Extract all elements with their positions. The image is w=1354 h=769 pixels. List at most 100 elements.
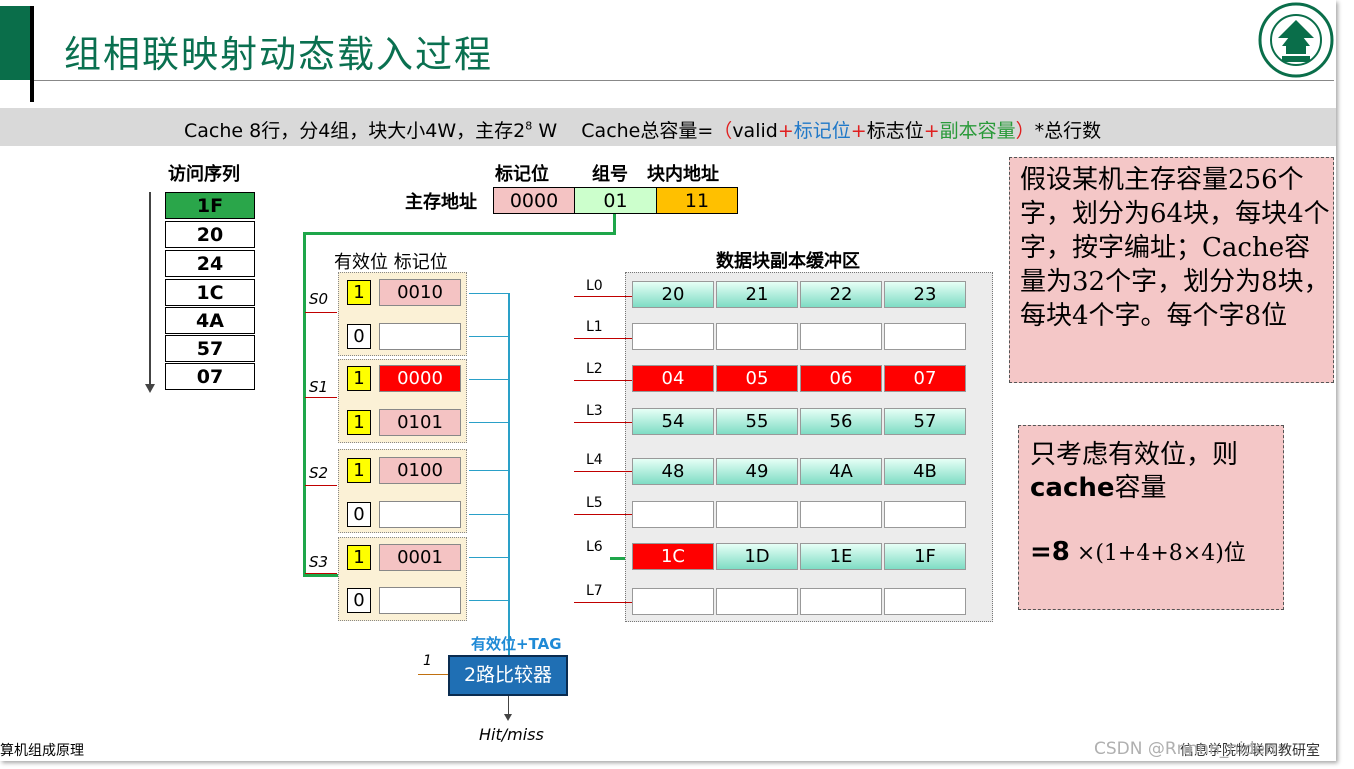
set-line <box>305 312 337 313</box>
set-label: S3 <box>309 553 329 571</box>
buffer-cell <box>884 588 966 615</box>
buffer-cell: 1E <box>800 543 882 570</box>
line-label: L0 <box>586 278 603 294</box>
buffer-cell: 23 <box>884 281 966 308</box>
tag-field: 0010 <box>379 279 461 306</box>
valid-bit: 1 <box>347 545 371 570</box>
hit-miss-label: Hit/miss <box>479 725 544 744</box>
note-capacity-eq: =8 <box>1030 537 1070 567</box>
formula-paren-close: ） <box>1015 120 1035 142</box>
buffer-cell: 1D <box>716 543 798 570</box>
line-marker <box>574 602 632 603</box>
buffer-cell <box>716 588 798 615</box>
comparator-input-label: 1 <box>423 653 432 669</box>
buffer-cell <box>800 323 882 350</box>
valid-bit: 1 <box>347 458 371 483</box>
buffer-cell: 49 <box>716 458 798 485</box>
line-label: L1 <box>586 319 603 335</box>
sequence-item: 1F <box>165 192 255 219</box>
formula-suffix: *总行数 <box>1034 120 1102 142</box>
note-capacity-formula: ×(1+4+8×4)位 <box>1069 541 1246 566</box>
comparator-wire <box>469 600 509 601</box>
buffer-cell <box>884 501 966 528</box>
buffer-cell: 48 <box>632 458 714 485</box>
title-rule <box>30 6 34 102</box>
line-label: L5 <box>586 495 603 511</box>
buffer-cell: 56 <box>800 408 882 435</box>
line-marker <box>574 514 632 515</box>
valid-bit: 0 <box>347 324 371 349</box>
bus-line <box>303 232 616 235</box>
buffer-cell: 06 <box>800 365 882 392</box>
sequence-item: 20 <box>165 221 255 248</box>
bus-line <box>303 574 339 577</box>
buffer-cell: 54 <box>632 408 714 435</box>
buffer-cell: 4B <box>884 458 966 485</box>
cache-spec-w: W <box>532 120 558 142</box>
buffer-cell <box>632 323 714 350</box>
line-label: L3 <box>586 403 603 419</box>
note-capacity-rest: 容量 <box>1114 473 1167 503</box>
title-underline <box>34 80 1334 81</box>
sequence-item: 4A <box>165 307 255 334</box>
bus-line <box>303 232 306 577</box>
buffer-cell: 04 <box>632 365 714 392</box>
line-marker <box>574 338 632 339</box>
comparator-wire <box>469 557 509 558</box>
formula-plus: + <box>777 120 794 142</box>
sequence-header: 访问序列 <box>168 164 240 185</box>
formula-plus: + <box>850 120 867 142</box>
comparator-wire <box>469 422 509 423</box>
set-label: S1 <box>309 378 329 396</box>
slide: 组相联映射动态载入过程 Cache 8行，分4组，块大小4W，主存28 W Ca… <box>0 0 1336 761</box>
tag-field: 0101 <box>379 409 461 436</box>
valid-bit: 0 <box>347 502 371 527</box>
buffer-cell <box>632 588 714 615</box>
line-marker <box>574 296 632 297</box>
valid-bit: 1 <box>347 366 371 391</box>
address-group-field: 01 <box>574 187 657 214</box>
sequence-item: 07 <box>165 363 255 390</box>
address-label: 主存地址 <box>405 192 477 213</box>
comparator-wire <box>469 470 509 471</box>
bus-line <box>613 214 616 234</box>
address-header-tag: 标记位 <box>495 164 549 185</box>
cache-spec-left: Cache 8行，分4组，块大小4W，主存2 <box>184 120 526 142</box>
sequence-item: 24 <box>165 250 255 277</box>
set-line <box>305 573 337 574</box>
sequence-item: 1C <box>165 279 255 306</box>
set-line <box>305 485 337 486</box>
note-capacity-cache: cache <box>1030 473 1115 503</box>
buffer-cell: 05 <box>716 365 798 392</box>
buffer-cell: 57 <box>884 408 966 435</box>
comparator-block: 2路比较器 <box>448 655 568 696</box>
line-label: L2 <box>586 361 603 377</box>
buffer-cell <box>800 588 882 615</box>
comparator-wire <box>469 379 509 380</box>
set-label: S2 <box>309 464 329 482</box>
line-label: L7 <box>586 583 603 599</box>
valid-bit: 1 <box>347 410 371 435</box>
sequence-arrow <box>149 192 151 387</box>
comparator-wire <box>469 514 509 515</box>
valid-bit: 1 <box>347 280 371 305</box>
buffer-title: 数据块副本缓冲区 <box>716 251 860 272</box>
buffer-cell <box>884 323 966 350</box>
buffer-cell: 1F <box>884 543 966 570</box>
sets-header: 有效位 标记位 <box>334 252 448 273</box>
comparator-label: 有效位+TAG <box>471 635 562 653</box>
address-tag-field: 0000 <box>493 187 575 214</box>
tag-field <box>379 501 461 528</box>
university-logo-icon <box>1258 2 1334 78</box>
formula-plus: + <box>923 120 940 142</box>
cache-spec-text: Cache 8行，分4组，块大小4W，主存28 W Cache总容量=（vali… <box>184 116 1101 143</box>
note-capacity-line2: cache容量 <box>1030 467 1167 504</box>
footer-course: 算机组成原理 <box>0 743 84 759</box>
formula-copy: 副本容量 <box>939 120 1016 142</box>
address-header-group: 组号 <box>592 164 628 185</box>
tag-field: 0100 <box>379 457 461 484</box>
comparator-wire <box>469 336 509 337</box>
address-offset-field: 11 <box>656 187 738 214</box>
line-label: L4 <box>586 452 603 468</box>
formula-valid: valid <box>732 120 778 142</box>
